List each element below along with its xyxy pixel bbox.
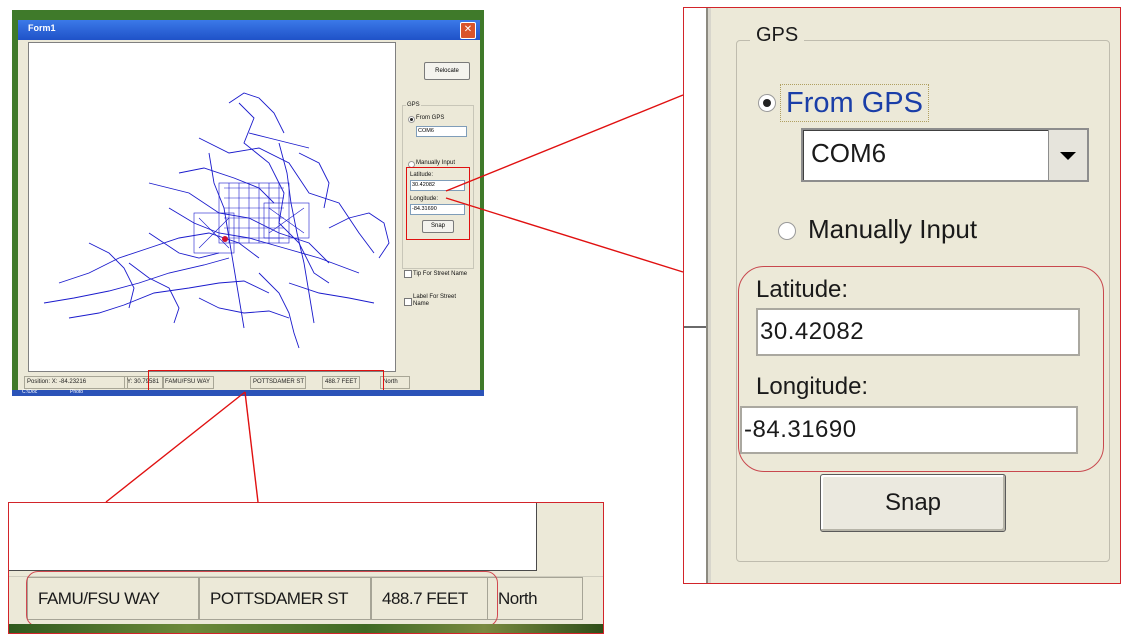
close-icon[interactable]: ✕ (460, 22, 476, 39)
dropdown-button[interactable] (1048, 130, 1087, 180)
tick-mark (684, 326, 706, 328)
manual-input-radio[interactable] (778, 222, 796, 240)
status-zoom-panel: FAMU/FSU WAY POTTSDAMER ST 488.7 FEET No… (8, 502, 604, 634)
port-value: COM6 (811, 138, 887, 168)
tip-label: Tip For Street Name (413, 271, 468, 277)
port-value-mini: COM6 (418, 128, 434, 134)
longitude-label: Longitude: (756, 373, 869, 400)
latitude-label: Latitude: (756, 276, 849, 303)
taskbar: C:\Doc Photo (12, 389, 484, 396)
street-label-checkbox[interactable] (404, 298, 412, 306)
from-gps-radio-mini[interactable] (408, 116, 415, 123)
taskbar-item[interactable]: Photo (70, 389, 83, 395)
window-titlebar: Form1 ✕ (18, 20, 480, 40)
road-network-map (43, 92, 390, 349)
status-position: Position: X: -84.23216 (24, 376, 128, 389)
from-gps-radio[interactable] (758, 94, 776, 112)
from-gps-label-mini: From GPS (416, 115, 445, 121)
port-select-mini[interactable]: COM6 (416, 126, 467, 137)
map-canvas-edge (9, 503, 537, 571)
manual-input-label[interactable]: Manually Input (808, 214, 977, 245)
form-body: Relocate GPS From GPS COM6 Manually Inpu… (18, 40, 480, 394)
window-title: Form1 (28, 23, 56, 33)
form-screenshot: Form1 ✕ Relocate GPS From GPS COM6 Manua… (12, 10, 484, 396)
longitude-input[interactable]: -84.31690 (740, 406, 1078, 454)
map-canvas[interactable] (28, 42, 396, 372)
gps-group-label: GPS (750, 24, 805, 47)
relocate-button[interactable]: Relocate (424, 62, 470, 80)
gps-group-label-mini: GPS (406, 102, 421, 108)
status-direction: North (487, 577, 583, 620)
status-highlight (26, 571, 498, 627)
radio-selected-dot (763, 99, 771, 107)
port-select[interactable]: COM6 (801, 128, 1089, 182)
manual-label-mini: Manually Input (416, 160, 456, 166)
latitude-input[interactable]: 30.42082 (756, 308, 1080, 356)
gps-highlight-box (406, 167, 470, 240)
taskbar-item[interactable]: C:\Doc (22, 389, 37, 395)
street-label-label: Label For Street Name (413, 294, 457, 307)
callout-line-left (105, 391, 246, 503)
chevron-down-icon (1060, 152, 1076, 160)
status-direction-mini: North (380, 376, 410, 389)
tip-checkbox[interactable] (404, 270, 412, 278)
from-gps-label[interactable]: From GPS (780, 84, 929, 122)
snap-button[interactable]: Snap (820, 474, 1006, 532)
callout-line-right (244, 391, 259, 503)
desktop-background-strip (9, 624, 603, 633)
gps-zoom-panel: GPS From GPS COM6 Manually Input Latitud… (683, 7, 1121, 584)
current-position-marker (222, 236, 228, 242)
